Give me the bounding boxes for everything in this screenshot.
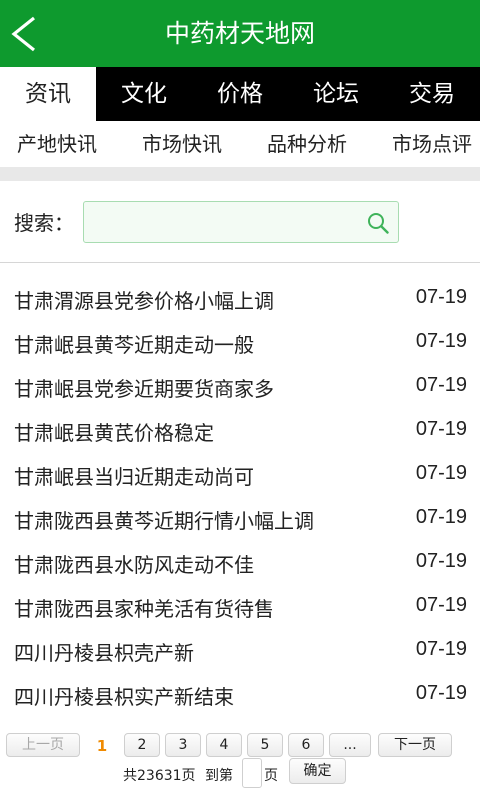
back-button[interactable] <box>0 0 60 67</box>
page-button[interactable]: 4 <box>206 733 242 757</box>
news-item[interactable]: 甘肃岷县黄芩近期走动一般 07-19 <box>0 321 480 365</box>
news-item[interactable]: 四川丹棱县枳壳产新 07-19 <box>0 629 480 673</box>
next-page-button[interactable]: 下一页 <box>378 733 452 757</box>
goto-confirm-button[interactable]: 确定 <box>289 758 346 784</box>
prev-page-button[interactable]: 上一页 <box>6 733 80 757</box>
subtab-market-news[interactable]: 市场快讯 <box>142 121 222 167</box>
more-pages-button[interactable]: ... <box>329 733 371 757</box>
news-title: 甘肃岷县黄芩近期走动一般 <box>14 333 254 357</box>
tab-forum[interactable]: 论坛 <box>288 67 384 121</box>
news-title: 四川丹棱县枳实产新结束 <box>14 685 234 709</box>
news-title: 甘肃岷县黄芪价格稳定 <box>14 421 214 445</box>
news-title: 四川丹棱县枳壳产新 <box>14 641 194 665</box>
news-item[interactable]: 四川丹棱县枳实产新结束 07-19 <box>0 673 480 717</box>
app-header: 中药材天地网 <box>0 0 480 67</box>
tab-trade[interactable]: 交易 <box>384 67 480 121</box>
news-date: 07-19 <box>415 594 467 616</box>
goto-page-input[interactable] <box>242 758 262 788</box>
search-box[interactable] <box>83 201 399 243</box>
search-label: 搜索： <box>14 211 74 235</box>
news-title: 甘肃岷县当归近期走动尚可 <box>14 465 254 489</box>
back-chevron-icon <box>11 16 35 52</box>
current-page: 1 <box>96 737 108 755</box>
news-item[interactable]: 甘肃岷县党参近期要货商家多 07-19 <box>0 365 480 409</box>
search-input[interactable] <box>84 202 364 242</box>
news-title: 甘肃渭源县党参价格小幅上调 <box>14 289 274 313</box>
page-title: 中药材天地网 <box>164 19 315 48</box>
subtab-variety-analysis[interactable]: 品种分析 <box>267 121 347 167</box>
news-title: 甘肃岷县党参近期要货商家多 <box>14 377 274 401</box>
search-icon[interactable] <box>366 211 390 235</box>
tab-culture[interactable]: 文化 <box>96 67 192 121</box>
news-title: 甘肃陇西县水防风走动不佳 <box>14 553 254 577</box>
news-date: 07-19 <box>415 550 467 572</box>
news-item[interactable]: 甘肃陇西县家种羌活有货待售 07-19 <box>0 585 480 629</box>
tab-price[interactable]: 价格 <box>192 67 288 121</box>
news-title: 甘肃陇西县家种羌活有货待售 <box>14 597 274 621</box>
news-item[interactable]: 甘肃陇西县水防风走动不佳 07-19 <box>0 541 480 585</box>
sub-tab-bar: 产地快讯 市场快讯 品种分析 市场点评 <box>0 121 480 167</box>
page-button[interactable]: 3 <box>165 733 201 757</box>
news-date: 07-19 <box>415 330 467 352</box>
main-tab-bar: 资讯 文化 价格 论坛 交易 <box>0 67 480 121</box>
section-divider <box>0 167 480 181</box>
page-button[interactable]: 2 <box>124 733 160 757</box>
news-item[interactable]: 甘肃岷县黄芪价格稳定 07-19 <box>0 409 480 453</box>
news-date: 07-19 <box>415 506 467 528</box>
page-button[interactable]: 6 <box>288 733 324 757</box>
news-date: 07-19 <box>415 682 467 704</box>
pagination: 上一页 1 2 3 4 5 6 ... 下一页 共23631页 到第 页 确定 <box>0 728 480 800</box>
news-date: 07-19 <box>415 418 467 440</box>
total-pages-text: 共23631页 <box>123 768 196 784</box>
goto-suffix-text: 页 <box>264 768 278 784</box>
goto-prefix-text: 到第 <box>205 768 233 784</box>
news-date: 07-19 <box>415 638 467 660</box>
subtab-market-review[interactable]: 市场点评 <box>392 121 472 167</box>
search-bar: 搜索： <box>0 181 480 263</box>
news-item[interactable]: 甘肃岷县当归近期走动尚可 07-19 <box>0 453 480 497</box>
news-title: 甘肃陇西县黄芩近期行情小幅上调 <box>14 509 314 533</box>
subtab-origin-news[interactable]: 产地快讯 <box>17 121 97 167</box>
news-date: 07-19 <box>415 374 467 396</box>
news-date: 07-19 <box>415 286 467 308</box>
tab-news[interactable]: 资讯 <box>0 67 96 121</box>
news-item[interactable]: 甘肃陇西县黄芩近期行情小幅上调 07-19 <box>0 497 480 541</box>
news-date: 07-19 <box>415 462 467 484</box>
news-list: 甘肃渭源县党参价格小幅上调 07-19 甘肃岷县黄芩近期走动一般 07-19 甘… <box>0 277 480 717</box>
news-item[interactable]: 甘肃渭源县党参价格小幅上调 07-19 <box>0 277 480 321</box>
page-button[interactable]: 5 <box>247 733 283 757</box>
